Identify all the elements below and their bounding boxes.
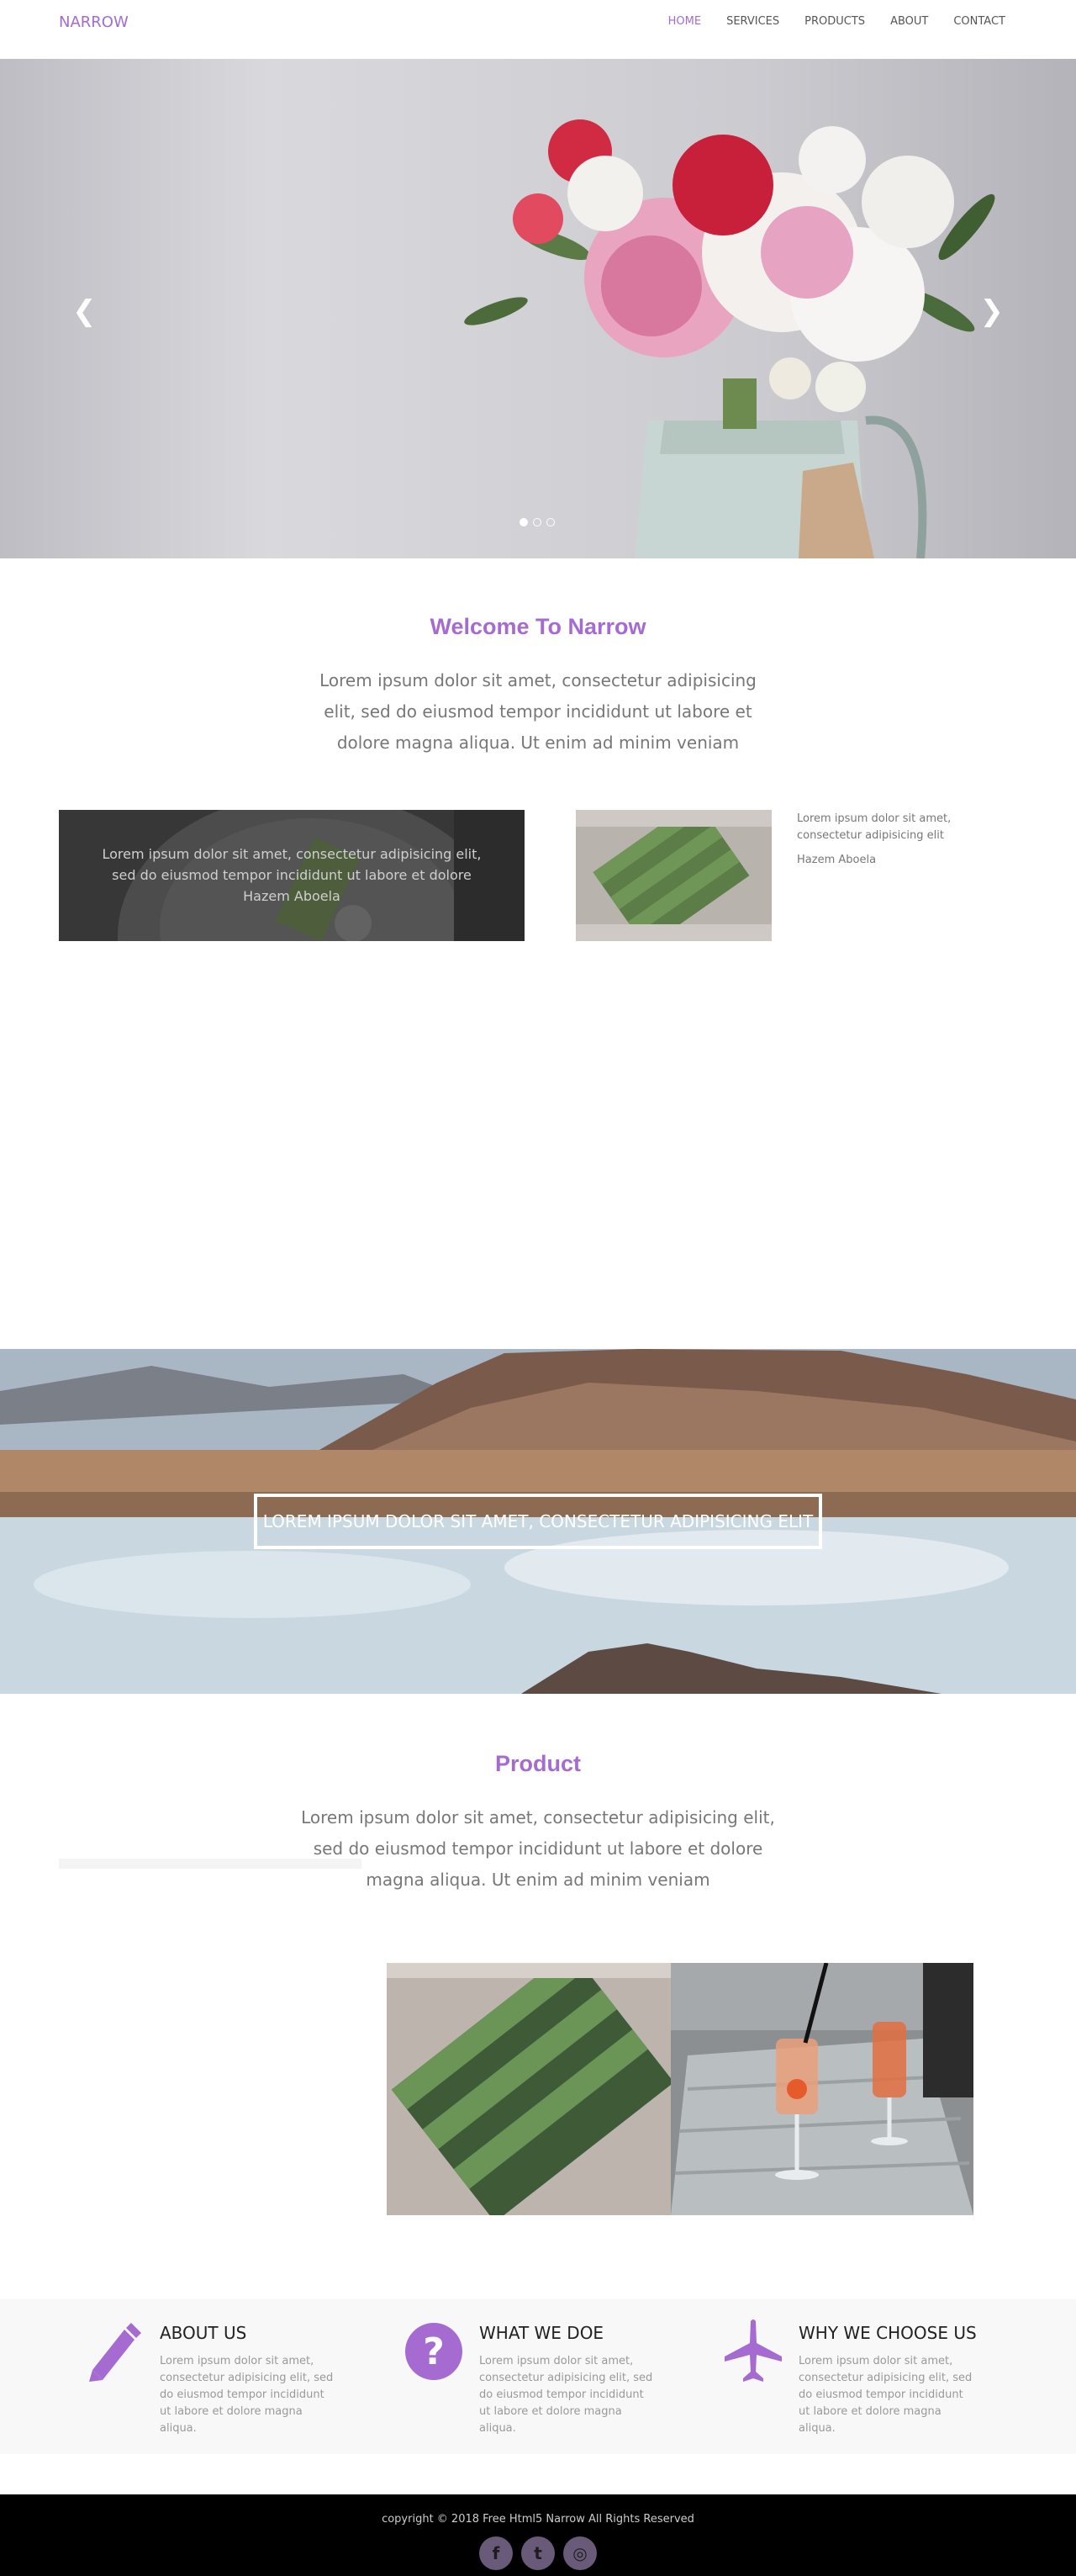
testimonial-side-text: Lorem ipsum dolor sit amet, consectetur … bbox=[797, 812, 952, 842]
feature-about-text: Lorem ipsum dolor sit amet, consectetur … bbox=[160, 2355, 334, 2435]
feature-why-us-title: WHY WE CHOOSE US bbox=[799, 2323, 977, 2343]
product-text: Lorem ipsum dolor sit amet, consectetur … bbox=[301, 1807, 775, 1890]
carousel-dot-3[interactable] bbox=[546, 518, 555, 526]
carousel-indicators bbox=[520, 518, 555, 526]
feature-about: ABOUT US Lorem ipsum dolor sit amet, con… bbox=[66, 2319, 351, 2437]
carousel-prev-button[interactable]: ❮ bbox=[72, 294, 97, 328]
instagram-icon[interactable]: ◎ bbox=[563, 2536, 597, 2570]
features-section: ABOUT US Lorem ipsum dolor sit amet, con… bbox=[0, 2299, 1076, 2454]
cocktail-glasses-photo bbox=[671, 1963, 973, 2215]
nav-about[interactable]: ABOUT bbox=[890, 15, 928, 28]
welcome-title: Welcome To Narrow bbox=[430, 614, 646, 639]
main-nav: HOME SERVICES PRODUCTS ABOUT CONTACT bbox=[668, 15, 1005, 28]
brand-logo[interactable]: NARROW bbox=[59, 13, 129, 31]
question-icon: ? bbox=[405, 2323, 462, 2380]
testimonial-overlay-card: Lorem ipsum dolor sit amet, consectetur … bbox=[59, 810, 525, 941]
carousel-next-button[interactable]: ❯ bbox=[980, 294, 1005, 328]
footer: copyright © 2018 Free Html5 Narrow All R… bbox=[0, 2494, 1076, 2576]
twitter-icon[interactable]: t bbox=[521, 2536, 555, 2570]
carousel-dot-1[interactable] bbox=[520, 518, 528, 526]
welcome-section: Welcome To Narrow Lorem ipsum dolor sit … bbox=[0, 614, 1076, 759]
faint-divider bbox=[59, 1859, 361, 1869]
stadium-aerial-image bbox=[576, 810, 772, 941]
pencil-icon bbox=[89, 2323, 141, 2382]
navbar: NARROW HOME SERVICES PRODUCTS ABOUT CONT… bbox=[0, 0, 1076, 59]
nav-products[interactable]: PRODUCTS bbox=[804, 15, 865, 28]
testimonial-overlay-author: Hazem Aboela bbox=[243, 888, 340, 904]
nav-contact[interactable]: CONTACT bbox=[953, 15, 1005, 28]
feature-why-us-text: Lorem ipsum dolor sit amet, consectetur … bbox=[799, 2355, 973, 2435]
feature-why-us: WHY WE CHOOSE US Lorem ipsum dolor sit a… bbox=[704, 2319, 990, 2437]
feature-what-we-do: ? WHAT WE DOE Lorem ipsum dolor sit amet… bbox=[385, 2319, 671, 2437]
flower-vase-image bbox=[0, 59, 1076, 558]
stadium-thumbnail bbox=[576, 810, 772, 941]
feature-about-title: ABOUT US bbox=[160, 2323, 247, 2343]
nav-services[interactable]: SERVICES bbox=[726, 15, 779, 28]
product-title: Product bbox=[494, 1751, 581, 1776]
social-links: f t ◎ bbox=[479, 2536, 597, 2570]
svg-text:?: ? bbox=[423, 2330, 445, 2373]
facebook-icon[interactable]: f bbox=[479, 2536, 513, 2570]
welcome-text: Lorem ipsum dolor sit amet, consectetur … bbox=[319, 670, 757, 753]
testimonial-side-author: Hazem Aboela bbox=[797, 854, 877, 866]
banner-headline: LOREM IPSUM DOLOR SIT AMET, CONSECTETUR … bbox=[254, 1494, 822, 1549]
product-section: Product Lorem ipsum dolor sit amet, cons… bbox=[0, 1751, 1076, 1896]
gallery-image-stadium[interactable] bbox=[387, 1963, 671, 2215]
nav-home[interactable]: HOME bbox=[668, 15, 701, 28]
testimonial-overlay-quote: Lorem ipsum dolor sit amet, consectetur … bbox=[102, 846, 482, 883]
feature-what-we-do-text: Lorem ipsum dolor sit amet, consectetur … bbox=[479, 2355, 653, 2435]
gallery-image-cocktails[interactable] bbox=[671, 1963, 973, 2215]
copyright-text: copyright © 2018 Free Html5 Narrow All R… bbox=[382, 2513, 694, 2526]
feature-what-we-do-title: WHAT WE DOE bbox=[479, 2323, 604, 2343]
carousel-dot-2[interactable] bbox=[533, 518, 541, 526]
stadium-aerial-photo bbox=[387, 1963, 671, 2215]
plane-icon bbox=[725, 2319, 782, 2382]
testimonial-overlay-text: Lorem ipsum dolor sit amet, consectetur … bbox=[59, 844, 525, 907]
hero-carousel: ❮ ❯ bbox=[0, 59, 1076, 558]
